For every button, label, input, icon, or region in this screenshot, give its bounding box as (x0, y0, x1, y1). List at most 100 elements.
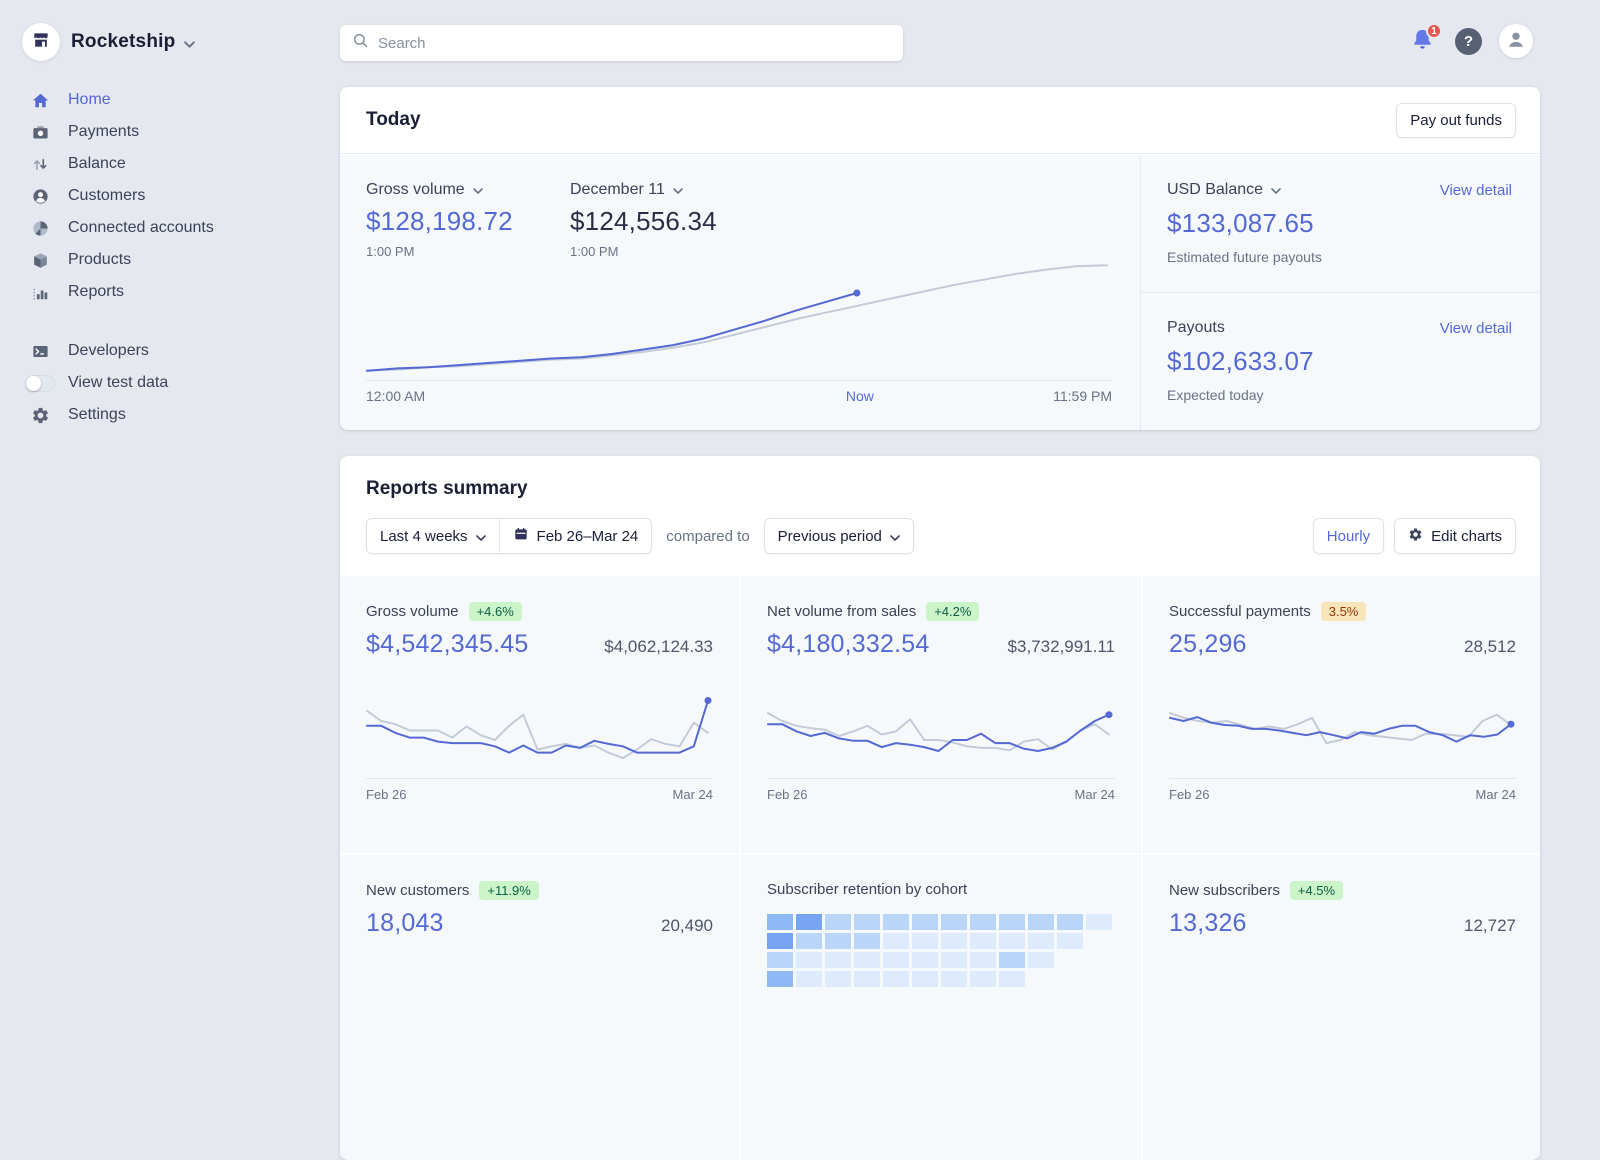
payouts-label: Payouts (1167, 319, 1225, 337)
chevron-down-icon (476, 528, 486, 545)
payouts-value: $102,633.07 (1167, 346, 1514, 377)
user-avatar[interactable] (1499, 24, 1533, 58)
payouts-view-detail-link[interactable]: View detail (1440, 320, 1512, 337)
sidebar-item-connected-accounts[interactable]: Connected accounts (22, 212, 322, 244)
axis-start-label: Feb 26 (1169, 787, 1209, 802)
successful-payments-metric-card: Successful payments 3.5% 25,296 28,512 F… (1143, 576, 1540, 853)
metrics-grid: Gross volume +4.6% $4,542,345.45 $4,062,… (340, 576, 1540, 1160)
metric-label: New customers (366, 882, 469, 899)
usd-balance-view-detail-link[interactable]: View detail (1440, 182, 1512, 199)
chart-axis-line (767, 778, 1115, 779)
axis-start-label: 12:00 AM (366, 388, 425, 404)
new-subscribers-metric-card: New subscribers +4.5% 13,326 12,727 (1143, 855, 1540, 1160)
chevron-down-icon (673, 181, 683, 199)
metric-label: Subscriber retention by cohort (767, 881, 967, 898)
notifications-button[interactable]: 1 (1410, 26, 1438, 56)
subscriber-retention-card: Subscriber retention by cohort (741, 855, 1141, 1160)
sidebar-secondary-nav: Developers View test data Settings (22, 335, 322, 431)
metric-current-value: 13,326 (1169, 909, 1247, 938)
topbar-actions: 1 ? (1410, 24, 1533, 58)
sidebar-nav: Home Payments Balance Customers Connecte… (22, 84, 322, 308)
help-button[interactable]: ? (1455, 28, 1482, 55)
search-icon (352, 32, 369, 54)
balance-icon (22, 155, 58, 174)
metric-current-value: $4,542,345.45 (366, 630, 528, 659)
gear-icon (1408, 527, 1423, 546)
search-bar (340, 25, 903, 61)
date-range-picker[interactable]: Feb 26–Mar 24 (499, 519, 652, 553)
usd-balance-value: $133,087.65 (1167, 208, 1514, 239)
sidebar-item-payments[interactable]: Payments (22, 116, 322, 148)
axis-now-label: Now (846, 388, 874, 404)
change-badge: +4.5% (1290, 881, 1343, 900)
gear-icon (22, 406, 58, 425)
sidebar-item-settings[interactable]: Settings (22, 399, 322, 431)
edit-charts-button[interactable]: Edit charts (1394, 518, 1516, 554)
hourly-button[interactable]: Hourly (1313, 518, 1384, 554)
metric-current-value: 18,043 (366, 909, 444, 938)
connected-accounts-icon (22, 219, 58, 238)
notification-count-badge: 1 (1426, 23, 1442, 39)
reports-summary-card: Reports summary Last 4 weeks Feb 26–Mar … (340, 456, 1540, 1160)
chart-axis-line (366, 380, 1112, 381)
chevron-down-icon (473, 181, 483, 199)
axis-end-label: Mar 24 (673, 787, 713, 802)
sidebar-item-customers[interactable]: Customers (22, 180, 322, 212)
comparison-day-selector[interactable]: December 11 (570, 181, 717, 199)
products-icon (22, 251, 58, 270)
metric-label: Net volume from sales (767, 603, 916, 620)
metric-previous-value: 28,512 (1464, 637, 1516, 657)
gross-volume-value: $128,198.72 (366, 206, 513, 237)
axis-start-label: Feb 26 (366, 787, 406, 802)
axis-end-label: Mar 24 (1476, 787, 1516, 802)
usd-balance-section: USD Balance View detail $133,087.65 Esti… (1141, 155, 1540, 293)
today-card: Today Pay out funds Gross volume $128,19… (340, 87, 1540, 430)
today-volume-chart (366, 259, 1112, 379)
change-badge: 3.5% (1321, 602, 1367, 621)
sidebar-item-view-test-data: View test data (22, 367, 322, 399)
gross-volume-selector[interactable]: Gross volume (366, 181, 513, 199)
toggle-knob (26, 376, 41, 391)
date-range-control: Last 4 weeks Feb 26–Mar 24 (366, 518, 652, 554)
test-data-toggle[interactable] (25, 375, 55, 392)
axis-start-label: Feb 26 (767, 787, 807, 802)
pay-out-funds-button[interactable]: Pay out funds (1396, 103, 1516, 138)
account-name: Rocketship (71, 31, 175, 53)
storefront-icon (31, 30, 51, 55)
sidebar-item-reports[interactable]: Reports (22, 276, 322, 308)
gross-volume-metric-card: Gross volume +4.6% $4,542,345.45 $4,062,… (340, 576, 739, 853)
change-badge: +4.2% (926, 602, 979, 621)
balances-panel: USD Balance View detail $133,087.65 Esti… (1140, 155, 1540, 430)
home-icon (22, 91, 58, 110)
metric-current-value: 25,296 (1169, 630, 1247, 659)
retention-cohort-heatmap (767, 914, 1115, 987)
comparison-period-dropdown[interactable]: Previous period (764, 518, 914, 554)
account-switcher[interactable]: Rocketship (22, 23, 195, 61)
customers-icon (22, 187, 58, 206)
sidebar-item-balance[interactable]: Balance (22, 148, 322, 180)
range-preset-dropdown[interactable]: Last 4 weeks (367, 519, 499, 553)
metric-label: Gross volume (366, 603, 459, 620)
sidebar-item-products[interactable]: Products (22, 244, 322, 276)
gross-volume-sparkline (366, 687, 713, 775)
sidebar-item-developers[interactable]: Developers (22, 335, 322, 367)
sidebar-item-home[interactable]: Home (22, 84, 322, 116)
net-volume-metric-card: Net volume from sales +4.2% $4,180,332.5… (741, 576, 1141, 853)
chart-axis-line (1169, 778, 1516, 779)
question-mark-icon: ? (1464, 33, 1473, 50)
comparison-day-stat: December 11 $124,556.34 1:00 PM (570, 181, 717, 259)
payments-icon (22, 123, 58, 142)
search-input[interactable] (378, 35, 891, 52)
gross-volume-stat: Gross volume $128,198.72 1:00 PM (366, 181, 513, 259)
metric-previous-value: 12,727 (1464, 916, 1516, 936)
account-logo (22, 23, 60, 61)
usd-balance-caption: Estimated future payouts (1167, 249, 1514, 265)
payouts-section: Payouts View detail $102,633.07 Expected… (1141, 293, 1540, 431)
gross-volume-time: 1:00 PM (366, 244, 513, 259)
new-customers-metric-card: New customers +11.9% 18,043 20,490 (340, 855, 739, 1160)
metric-label: Successful payments (1169, 603, 1311, 620)
compared-to-label: compared to (666, 528, 749, 545)
chevron-down-icon (184, 35, 195, 53)
metric-previous-value: 20,490 (661, 916, 713, 936)
report-filters: Last 4 weeks Feb 26–Mar 24 compared to P… (366, 518, 914, 554)
